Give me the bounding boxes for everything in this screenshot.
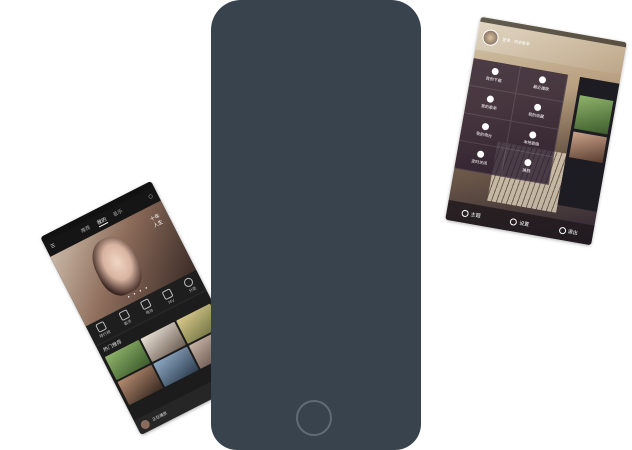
quick-action-chart[interactable]: 排行榜	[94, 320, 112, 340]
home-button[interactable]	[296, 400, 332, 436]
menu-item-label: 我的歌单	[480, 103, 498, 111]
download-icon	[491, 67, 500, 76]
bottom-bar-label: 主题	[470, 211, 482, 220]
menu-item-label: 本地歌曲	[523, 139, 540, 147]
tab-music[interactable]: 音乐	[112, 208, 125, 220]
quick-action-label: MV	[167, 297, 176, 305]
side-menu: 我的下载 最近播放 我的歌单 我的收藏 我的电台 本地歌曲 定时关闭 换肤	[454, 58, 569, 186]
quick-action-category[interactable]: 分类	[182, 276, 198, 294]
bottom-bar-label: 设置	[518, 220, 530, 228]
settings-button[interactable]: 设置	[509, 217, 530, 228]
theme-icon	[461, 208, 470, 218]
now-playing-label: 正在播放	[151, 410, 168, 422]
side-content-preview	[557, 76, 620, 212]
right-app-screenshot: 登录 · 同步歌单 我的下载 最近播放 我的歌单 我的收藏 我的电台 本地歌曲 …	[445, 16, 627, 246]
menu-item-label: 我的下载	[485, 75, 503, 84]
quick-action-radio[interactable]: 电台	[139, 298, 155, 316]
menu-item-label: 定时关闭	[470, 158, 488, 166]
album-thumbnail	[574, 95, 614, 135]
phone-mockup	[211, 0, 421, 450]
quick-action-singer[interactable]: 歌手	[118, 309, 133, 327]
tab-recommend[interactable]: 推荐	[80, 224, 93, 236]
playlist-icon	[486, 95, 495, 104]
power-icon	[558, 226, 567, 235]
album-thumbnail	[568, 131, 607, 164]
quick-action-mv[interactable]: MV	[161, 287, 176, 305]
palette-icon	[523, 158, 532, 167]
search-icon[interactable]: ○	[147, 193, 154, 200]
music-note-icon	[528, 130, 537, 140]
timer-icon	[476, 150, 485, 159]
banner-title: 十年人生	[149, 213, 165, 230]
theme-button[interactable]: 主题	[461, 208, 482, 220]
radio-icon	[481, 122, 490, 131]
menu-icon[interactable]: ☰	[50, 243, 57, 250]
bottom-bar-label: 退出	[567, 228, 579, 237]
clock-icon	[538, 75, 547, 84]
heart-icon	[533, 103, 542, 112]
gear-icon	[509, 217, 518, 226]
avatar[interactable]	[481, 28, 500, 47]
menu-item-label: 我的收藏	[527, 111, 545, 120]
tab-mine[interactable]: 我的	[95, 215, 109, 228]
exit-button[interactable]: 退出	[558, 226, 578, 236]
now-playing-avatar	[139, 418, 152, 431]
menu-item-label: 换肤	[522, 167, 531, 174]
menu-item-label: 我的电台	[475, 130, 493, 139]
menu-item-label: 最近播放	[532, 83, 550, 92]
profile-header-text: 登录 · 同步歌单	[501, 36, 531, 47]
